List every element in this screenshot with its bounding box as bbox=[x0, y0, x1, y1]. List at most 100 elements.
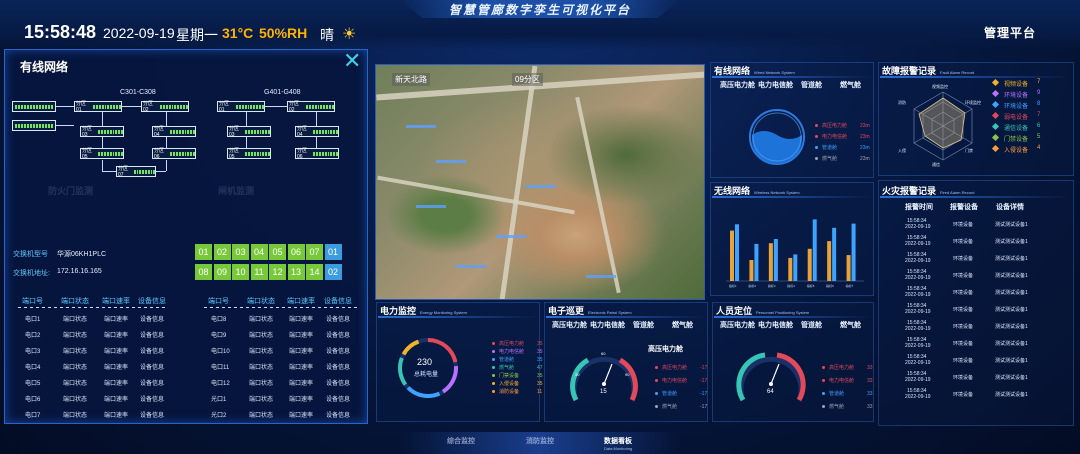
port-led bbox=[112, 151, 115, 156]
switch-group-right-label: G401-G408 bbox=[264, 89, 301, 96]
port-indicator[interactable]: 10 bbox=[232, 264, 249, 280]
fault-legend-value: 8 bbox=[1037, 101, 1041, 107]
port-indicator[interactable]: 06 bbox=[287, 244, 305, 260]
network-switch-icon[interactable]: 分区01 bbox=[217, 101, 265, 113]
legend-dot bbox=[492, 366, 495, 369]
port-led bbox=[333, 129, 336, 134]
port-table-header: 设备信息 bbox=[138, 298, 166, 305]
legend-dot bbox=[822, 405, 825, 408]
port-led bbox=[319, 151, 321, 156]
patrol-gauge-title: 高压电力舱 bbox=[648, 346, 683, 353]
port-indicator[interactable]: 12 bbox=[269, 264, 286, 280]
patrol-gauge-tick: 60 bbox=[601, 351, 606, 356]
section-underline bbox=[880, 196, 1070, 198]
switch-address-value: 172.16.16.165 bbox=[57, 268, 102, 275]
port-indicator[interactable]: 04 bbox=[250, 244, 268, 260]
port-led bbox=[45, 104, 47, 109]
switch-label: 分区06 bbox=[154, 148, 165, 160]
switch-label: 分区02 bbox=[143, 101, 154, 113]
network-switch-icon[interactable]: 分区03 bbox=[80, 126, 124, 138]
port-led bbox=[183, 104, 186, 109]
port-indicator[interactable]: 08 bbox=[195, 264, 212, 280]
bar bbox=[812, 219, 817, 281]
port-indicator[interactable]: 02 bbox=[213, 244, 231, 260]
port-led bbox=[42, 104, 44, 109]
map-marker[interactable] bbox=[496, 235, 526, 238]
bar bbox=[768, 243, 773, 281]
close-icon[interactable]: ✕ bbox=[343, 50, 361, 72]
map-view[interactable] bbox=[375, 64, 705, 300]
power-total-value: 230 bbox=[417, 357, 433, 367]
nav-fire[interactable]: 消防监控 bbox=[526, 436, 554, 446]
port-indicator[interactable]: 01 bbox=[324, 244, 342, 260]
fire-row-detail: 测试测试设备1 bbox=[995, 392, 1028, 398]
port-led bbox=[136, 169, 139, 174]
fire-row-device: 环境设备 bbox=[953, 239, 974, 245]
port-indicator[interactable]: 01 bbox=[195, 244, 212, 260]
port-led bbox=[321, 129, 324, 134]
network-switch-icon[interactable]: 分区06 bbox=[152, 148, 196, 160]
humidity: 50%RH bbox=[259, 25, 308, 41]
port-led bbox=[112, 129, 115, 134]
legend-item: 电力电信舱 23m bbox=[815, 133, 870, 140]
port-table-cell: 端口速率 bbox=[289, 349, 314, 355]
port-led bbox=[235, 104, 238, 109]
port-led bbox=[153, 169, 156, 174]
port-indicator[interactable]: 02 bbox=[324, 264, 342, 280]
port-indicator[interactable]: 07 bbox=[306, 244, 323, 260]
legend-name: 管道舱 bbox=[822, 145, 838, 151]
legend-item: 燃气舱 23m bbox=[815, 155, 870, 162]
fire-row-device: 环境设备 bbox=[953, 358, 974, 364]
switch-label: 分区04 bbox=[297, 126, 308, 138]
port-led bbox=[314, 104, 317, 109]
fault-legend-name: 环境设备 bbox=[1004, 104, 1029, 110]
legend-value: 33 bbox=[867, 364, 873, 371]
port-led bbox=[332, 104, 334, 109]
network-switch-icon[interactable] bbox=[12, 101, 56, 112]
port-indicator[interactable]: 13 bbox=[287, 264, 305, 280]
map-marker[interactable] bbox=[416, 205, 446, 208]
network-switch-icon[interactable]: 分区05 bbox=[227, 148, 271, 160]
port-table-cell: 设备信息 bbox=[326, 397, 351, 403]
management-platform-link[interactable]: 管理平台 bbox=[984, 24, 1036, 41]
port-led bbox=[101, 104, 104, 109]
network-switch-icon[interactable]: 分区05 bbox=[80, 148, 124, 160]
network-switch-icon[interactable] bbox=[12, 120, 56, 131]
network-switch-icon[interactable]: 分区01 bbox=[74, 101, 122, 113]
port-indicator[interactable]: 09 bbox=[213, 264, 231, 280]
port-indicator[interactable]: 11 bbox=[250, 264, 268, 280]
fire-row-date: 2022-09-19 bbox=[905, 258, 931, 264]
network-switch-icon[interactable]: 分区04 bbox=[295, 126, 339, 138]
nav-comprehensive[interactable]: 综合监控 bbox=[447, 436, 475, 446]
map-marker[interactable] bbox=[586, 275, 616, 278]
map-marker[interactable] bbox=[456, 265, 486, 268]
port-table-cell: 设备信息 bbox=[140, 333, 165, 339]
network-switch-icon[interactable]: 分区06 bbox=[295, 148, 339, 160]
map-marker[interactable] bbox=[436, 160, 466, 163]
network-switch-icon[interactable]: 分区04 bbox=[152, 126, 196, 138]
port-indicator[interactable]: 05 bbox=[269, 244, 286, 260]
network-switch-icon[interactable]: 分区02 bbox=[287, 101, 335, 113]
map-marker[interactable] bbox=[526, 185, 556, 188]
nav-dashboard-sub: Data Monitoring bbox=[604, 446, 633, 451]
port-indicator[interactable]: 14 bbox=[306, 264, 323, 280]
network-switch-icon[interactable]: 分区03 bbox=[227, 126, 271, 138]
network-switch-icon[interactable]: 分区02 bbox=[141, 101, 189, 113]
map-marker[interactable] bbox=[406, 125, 436, 128]
network-switch-icon[interactable]: 分区07 bbox=[116, 166, 156, 178]
system-title: 智慧管廊数字孪生可视化平台 bbox=[448, 3, 631, 17]
port-led bbox=[317, 104, 320, 109]
fire-row-detail: 测试测试设备1 bbox=[995, 307, 1028, 313]
legend-name: 高压电力舱 bbox=[829, 365, 855, 371]
legend-dot bbox=[492, 350, 495, 353]
legend-item: 高压电力舱 -17 bbox=[655, 364, 707, 371]
port-table-cell: 端口状态 bbox=[249, 397, 274, 403]
patrol-col-4: 燃气舱 bbox=[672, 322, 693, 329]
legend-dot bbox=[655, 379, 658, 382]
legend-name: 高压电力舱 bbox=[662, 365, 688, 371]
switch-label: 分区05 bbox=[229, 148, 240, 160]
port-led bbox=[330, 151, 333, 156]
port-indicator[interactable]: 03 bbox=[232, 244, 249, 260]
nav-dashboard[interactable]: 数据看板 bbox=[604, 436, 632, 446]
legend-name: 电力电信舱 bbox=[662, 378, 688, 384]
